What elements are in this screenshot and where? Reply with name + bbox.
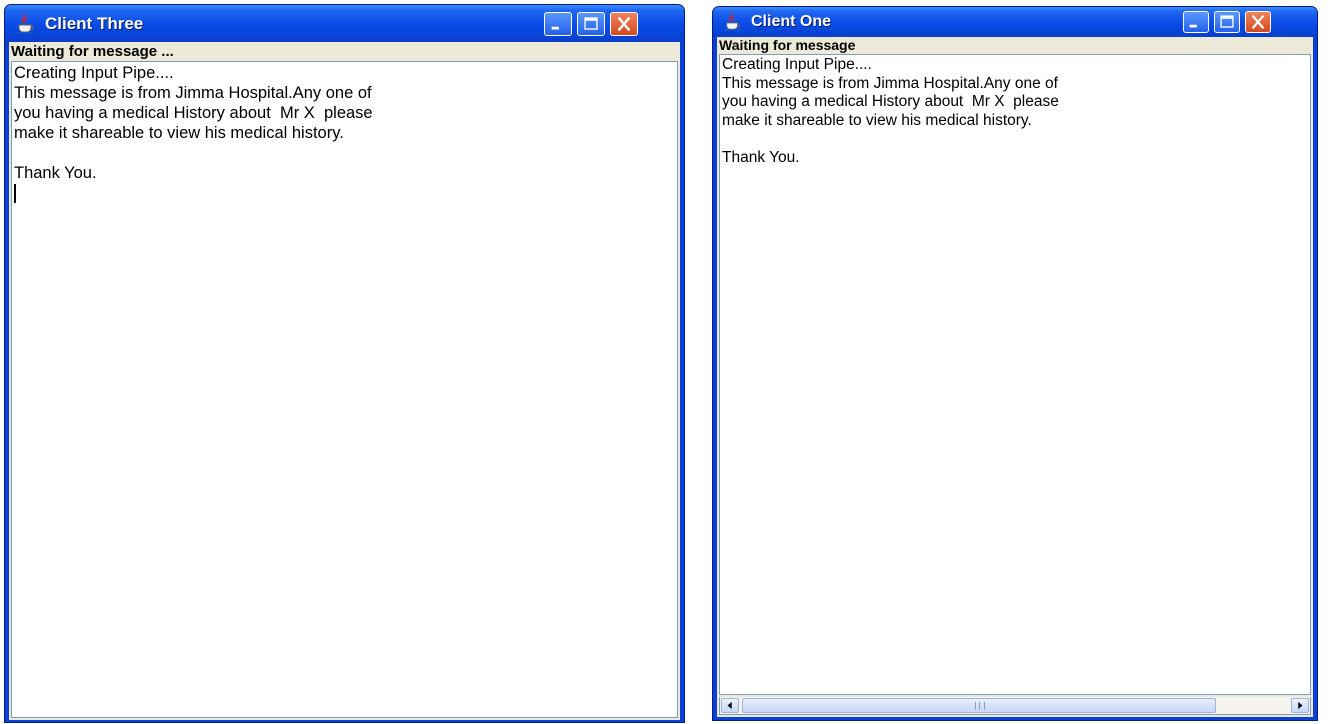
titlebar[interactable]: Client One [713,7,1317,37]
text-caret [14,184,16,203]
message-line: make it shareable to view his medical hi… [722,111,1032,129]
message-line: make it shareable to view his medical hi… [14,124,344,142]
java-coffee-cup-icon [724,13,741,31]
window-title: Client One [751,13,832,30]
close-icon [1251,14,1265,30]
message-line: This message is from Jimma Hospital.Any … [722,74,1058,92]
status-label: Waiting for message [717,37,1313,54]
close-button[interactable] [610,12,638,36]
maximize-button[interactable] [1214,11,1240,33]
minimize-button[interactable] [544,12,572,36]
content-panel: Waiting for message Creating Input Pipe.… [717,37,1313,717]
message-line: you having a medical History about Mr X … [722,93,1059,110]
minimize-icon [1189,24,1197,28]
content-panel: Waiting for message ... Creating Input P… [9,42,680,720]
grip-icon [975,702,985,710]
message-line: Creating Input Pipe.... [14,64,174,82]
arrow-right-icon [1298,702,1303,709]
message-line [14,143,675,163]
message-line [722,130,1308,149]
maximize-icon [1220,15,1234,28]
close-icon [617,16,631,32]
message-line: Creating Input Pipe.... [722,56,872,73]
maximize-button[interactable] [577,12,605,36]
message-line: you having a medical History about Mr X … [14,104,373,122]
minimize-button[interactable] [1183,11,1209,33]
horizontal-scrollbar[interactable] [719,697,1311,715]
message-line: Thank You. [722,148,800,166]
message-textarea[interactable]: Creating Input Pipe.... This message is … [719,54,1311,695]
message-line: Thank You. [14,164,97,182]
arrow-left-icon [727,702,732,709]
close-button[interactable] [1245,11,1271,33]
message-line: This message is from Jimma Hospital.Any … [14,84,372,102]
window-title: Client Three [45,14,144,33]
message-textarea[interactable]: Creating Input Pipe.... This message is … [11,61,678,718]
scrollbar-thumb[interactable] [742,698,1216,713]
client-three-window: Client Three Waiting for message ... Cre… [4,4,685,723]
java-coffee-cup-icon [17,14,34,34]
titlebar[interactable]: Client Three [5,5,684,42]
client-one-window: Client One Waiting for message Creating … [712,6,1318,721]
status-label: Waiting for message ... [9,42,680,61]
minimize-icon [551,26,559,30]
scroll-right-button[interactable] [1291,698,1309,713]
scroll-left-button[interactable] [721,698,739,713]
maximize-icon [584,17,598,30]
